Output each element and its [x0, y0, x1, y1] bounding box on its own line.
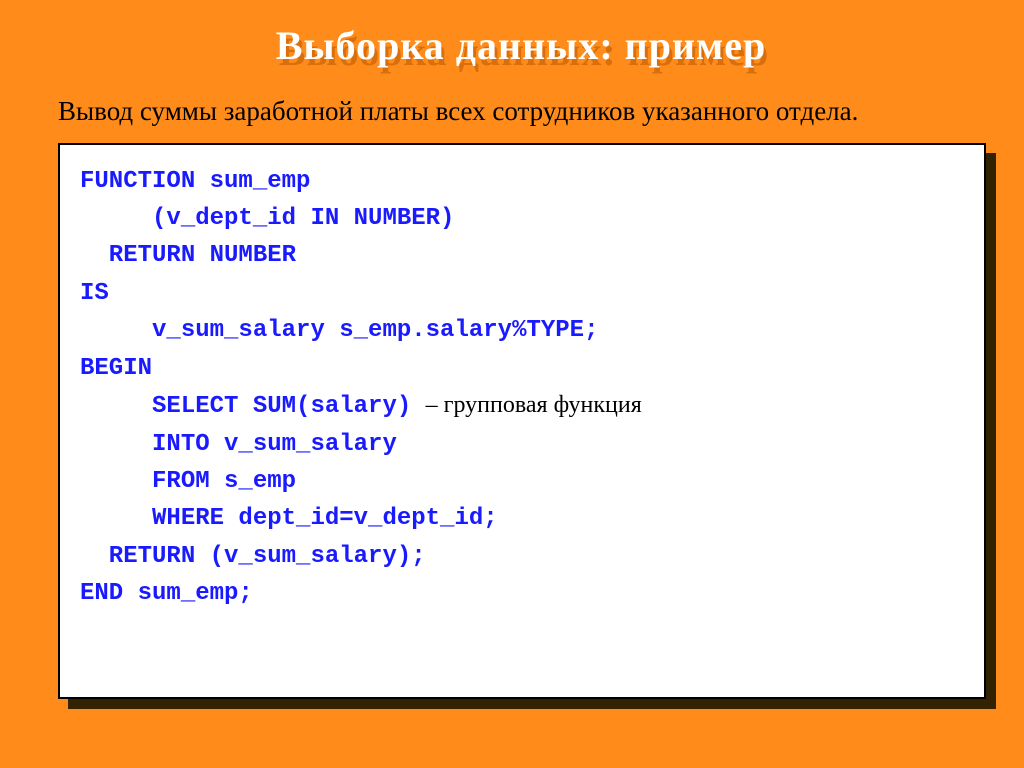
code-line: (v_dept_id IN NUMBER) [80, 205, 454, 232]
code-line: FROM s_emp [80, 468, 296, 495]
code-block: FUNCTION sum_emp (v_dept_id IN NUMBER) R… [58, 143, 986, 699]
slide-title: Выборка данных: пример Выборка данных: п… [161, 22, 881, 76]
slide-subtitle: Вывод суммы заработной платы всех сотруд… [58, 94, 958, 129]
code-line: WHERE dept_id=v_dept_id; [80, 505, 498, 532]
code-line: IS [80, 280, 109, 307]
slide-title-text: Выборка данных: пример [161, 22, 881, 69]
slide: Выборка данных: пример Выборка данных: п… [0, 0, 1024, 768]
code-line: RETURN NUMBER [80, 242, 296, 269]
code-content: FUNCTION sum_emp (v_dept_id IN NUMBER) R… [80, 163, 970, 613]
code-line: FUNCTION sum_emp [80, 168, 310, 195]
code-line: RETURN (v_sum_salary); [80, 543, 426, 570]
code-line: BEGIN [80, 355, 152, 382]
code-line: SELECT SUM(salary) [80, 393, 426, 420]
code-block-box: FUNCTION sum_emp (v_dept_id IN NUMBER) R… [58, 143, 986, 699]
code-line: INTO v_sum_salary [80, 431, 397, 458]
code-line: END sum_emp; [80, 580, 253, 607]
code-comment: – групповая функция [426, 392, 642, 418]
code-line: v_sum_salary s_emp.salary%TYPE; [80, 317, 598, 344]
